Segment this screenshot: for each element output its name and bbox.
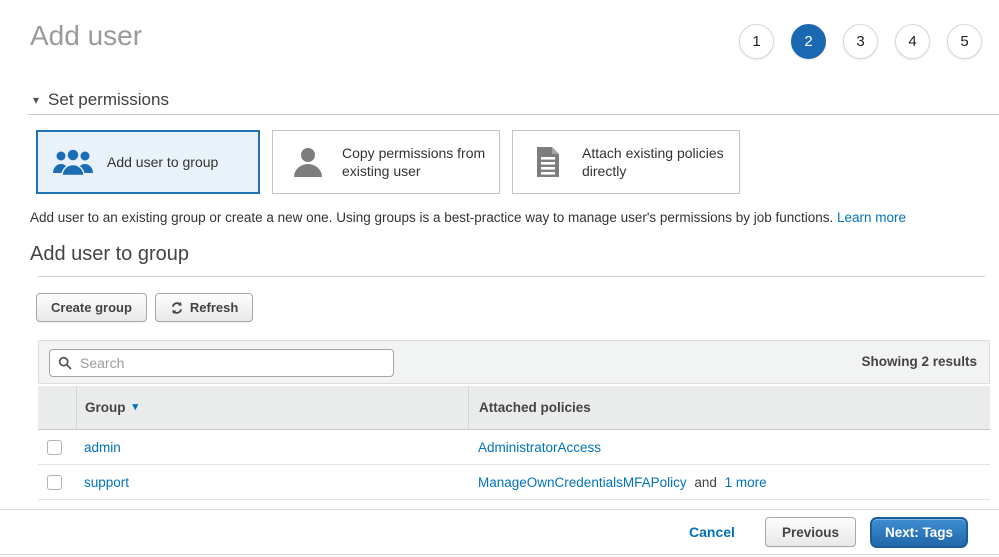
column-header-group[interactable]: Group ▾ <box>76 386 468 429</box>
policies-cell: ManageOwnCredentialsMFAPolicy and 1 more <box>468 475 990 490</box>
wizard-step-indicator: 1 2 3 4 5 <box>739 24 982 59</box>
add-user-to-group-heading: Add user to group <box>30 243 189 266</box>
row-select-cell <box>38 440 76 455</box>
option-copy-permissions[interactable]: Copy permissions from existing user <box>272 130 500 194</box>
heading-divider <box>38 276 985 277</box>
user-icon <box>285 146 331 178</box>
set-permissions-section-toggle[interactable]: ▾ Set permissions <box>33 90 169 110</box>
table-toolbar: Showing 2 results <box>38 340 990 384</box>
document-icon <box>525 146 571 178</box>
refresh-icon <box>170 301 184 315</box>
cancel-link[interactable]: Cancel <box>689 524 735 540</box>
add-user-wizard-page: Add user 1 2 3 4 5 ▾ Set permissions <box>0 0 999 557</box>
option-label: Add user to group <box>107 153 218 171</box>
step-5: 5 <box>947 24 982 59</box>
group-icon <box>50 147 96 177</box>
permission-option-cards: Add user to group Copy permissions from … <box>36 130 740 194</box>
description-text: Add user to an existing group or create … <box>30 210 833 225</box>
page-title: Add user <box>30 20 142 52</box>
policies-cell: AdministratorAccess <box>468 440 990 455</box>
previous-button[interactable]: Previous <box>765 517 856 547</box>
group-link[interactable]: admin <box>84 440 121 455</box>
row-select-cell <box>38 475 76 490</box>
step-2-active: 2 <box>791 24 826 59</box>
search-icon <box>58 356 72 370</box>
section-description: Add user to an existing group or create … <box>30 210 980 225</box>
policy-link[interactable]: AdministratorAccess <box>478 440 601 455</box>
collapse-triangle-icon: ▾ <box>33 94 39 106</box>
row-checkbox[interactable] <box>47 475 62 490</box>
option-attach-policies[interactable]: Attach existing policies directly <box>512 130 740 194</box>
refresh-button[interactable]: Refresh <box>155 293 253 322</box>
refresh-label: Refresh <box>190 300 238 315</box>
table-header-row: Group ▾ Attached policies <box>38 386 990 430</box>
section-title: Set permissions <box>48 90 169 110</box>
row-checkbox[interactable] <box>47 440 62 455</box>
policy-join-text: and <box>694 475 717 490</box>
sort-desc-icon: ▾ <box>133 402 139 413</box>
policy-link[interactable]: ManageOwnCredentialsMFAPolicy <box>478 475 687 490</box>
more-policies-link[interactable]: 1 more <box>725 475 767 490</box>
select-all-column <box>38 386 76 429</box>
group-actions-toolbar: Create group Refresh <box>36 293 253 322</box>
option-label: Attach existing policies directly <box>582 144 733 180</box>
column-header-attached-policies: Attached policies <box>468 386 990 429</box>
step-1: 1 <box>739 24 774 59</box>
option-label: Copy permissions from existing user <box>342 144 493 180</box>
group-cell: support <box>76 475 468 490</box>
group-cell: admin <box>76 440 468 455</box>
results-count: Showing 2 results <box>861 354 977 369</box>
create-group-button[interactable]: Create group <box>36 293 147 322</box>
search-box <box>49 349 394 377</box>
search-input[interactable] <box>78 354 385 372</box>
table-row: admin AdministratorAccess <box>38 430 990 465</box>
step-3: 3 <box>843 24 878 59</box>
section-divider <box>28 114 999 115</box>
learn-more-link[interactable]: Learn more <box>837 210 906 225</box>
option-add-user-to-group[interactable]: Add user to group <box>36 130 260 194</box>
groups-table: Showing 2 results Group ▾ Attached polic… <box>38 340 990 500</box>
next-tags-button[interactable]: Next: Tags <box>870 517 968 548</box>
group-link[interactable]: support <box>84 475 129 490</box>
wizard-footer: Cancel Previous Next: Tags <box>0 509 999 555</box>
table-row: support ManageOwnCredentialsMFAPolicy an… <box>38 465 990 500</box>
step-4: 4 <box>895 24 930 59</box>
